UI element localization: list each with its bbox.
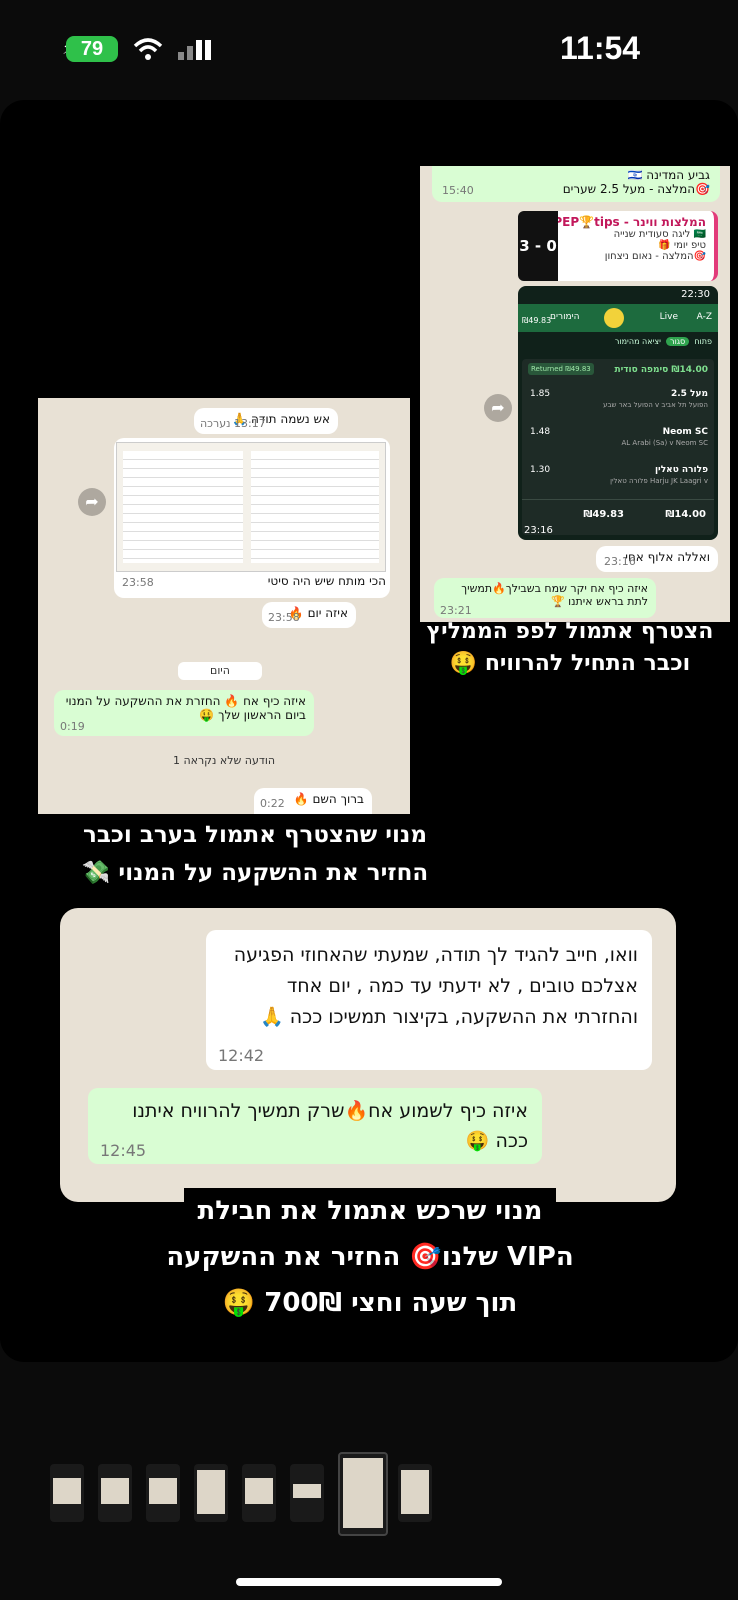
phone-header: A-Z Live הימורים ₪49.83 <box>518 304 718 332</box>
screenshot-betting-chat: גביע המדינה 🇮🇱 🎯המלצה - מעל 2.5 שערים 15… <box>420 166 730 622</box>
message-time: 23:16 <box>604 555 636 568</box>
chat-bubble-sent: איזה כיף אח 🔥 החזרת את ההשקעה על המנוי ב… <box>54 690 314 736</box>
chat-bubble-reply: איזה כיף לשמוע אח🔥שרק תמשיך להרוויח איתנ… <box>88 1088 542 1164</box>
screenshot-chat-2: אש נשמה תודה 🙏 13:17 נערכה הכי מותח שיש … <box>38 398 410 814</box>
story-viewer[interactable]: גביע המדינה 🇮🇱 🎯המלצה - מעל 2.5 שערים 15… <box>0 100 738 1362</box>
message-time: 0:22 <box>260 797 285 810</box>
divider <box>522 499 714 500</box>
selection-name: פלורה טאלין <box>654 465 708 475</box>
bet-filters: פתוח סגור יציאה מהימור <box>518 332 718 357</box>
caption-line: מנוי שהצטרף אתמול בערב וכבר <box>83 822 427 848</box>
selection-name: מעל 2.5 <box>670 389 708 399</box>
message-text: ברוך השם 🔥 <box>293 792 364 806</box>
tab-sport: הימורים <box>550 312 580 322</box>
message-time: 15:40 <box>442 184 474 197</box>
wifi-icon <box>133 38 163 60</box>
chat-bubble-last: ברוך השם 🔥 0:22 <box>254 788 372 814</box>
screenshot-chat-3: וואו, חייב להגיד לך תודה, שמעתי שהאחוזי … <box>60 908 676 1202</box>
message-time: 13:17 נערכה <box>200 417 266 430</box>
ticket-left <box>123 451 243 563</box>
tip-line: גביע המדינה 🇮🇱 <box>627 168 710 182</box>
story-thumbnail[interactable] <box>290 1464 324 1522</box>
match-thumbnail: 3 - 0 <box>518 211 558 281</box>
filter-open[interactable]: פתוח <box>694 337 712 346</box>
status-bar: ⚡ 79 11:54 <box>0 0 738 100</box>
selection-match: הפועל תל אביב v הפועל באר שבע <box>603 401 708 409</box>
message-time: 12:42 <box>218 1046 265 1065</box>
selection-odd: 1.48 <box>530 427 551 437</box>
caption-line: הVIP שלנו🎯 החזיר את ההשקעה <box>166 1242 574 1272</box>
story-thumbnail-active[interactable] <box>338 1452 388 1536</box>
selection-odd: 1.30 <box>530 465 551 475</box>
status-time: 11:54 <box>560 30 641 66</box>
caption-line: תוך שעה וחצי 700₪ 🤑 <box>222 1288 518 1318</box>
story-thumbnail[interactable] <box>398 1464 432 1522</box>
tab-live: Live <box>659 312 678 322</box>
chat-bubble-thanks: אש נשמה תודה 🙏 13:17 נערכה <box>194 408 338 434</box>
ticket-right <box>251 451 379 563</box>
tab-az: A-Z <box>696 312 712 322</box>
caption-line: מנוי שרכש אתמול את חבילת <box>183 1188 557 1234</box>
story-thumbnail[interactable] <box>50 1464 84 1522</box>
story-thumbnail[interactable] <box>194 1464 228 1522</box>
phone-clock: 22:30 <box>681 289 710 300</box>
date-divider: היום <box>178 662 262 680</box>
filter-cashout[interactable]: יציאה מהימור <box>615 337 661 346</box>
caption-right: הצטרף אתמול לפפ הממליץ וכבר התחיל להרווי… <box>426 619 714 676</box>
bet-card: ₪14.00 סימפה סודית ₪49.83 Returned מעל 2… <box>522 359 714 535</box>
story-thumbnail[interactable] <box>146 1464 180 1522</box>
bet-stake: ₪14.00 <box>665 509 706 520</box>
caption-bottom: מנוי שרכש אתמול את חבילת הVIP שלנו🎯 החזי… <box>150 1188 590 1326</box>
bet-return: ₪49.83 <box>583 509 624 520</box>
bet-tickets-photo <box>116 442 386 572</box>
tip-line: 🎯המלצה - מעל 2.5 שערים <box>562 182 710 196</box>
selection-odd: 1.85 <box>530 389 551 399</box>
chat-bubble-reply: איזה כיף אח יקר שמח בשבילך🔥תמשיך לתת ברא… <box>434 578 656 618</box>
message-text: איזה כיף לשמוע אח🔥שרק תמשיך להרוויח איתנ… <box>132 1100 528 1152</box>
message-text: איזה כיף אח 🔥 החזרת את ההשקעה על המנוי ב… <box>65 694 306 722</box>
account-balance: ₪49.83 <box>522 316 552 325</box>
home-indicator[interactable] <box>236 1578 502 1586</box>
battery-indicator: 79 <box>66 36 118 62</box>
filter-closed[interactable]: סגור <box>666 337 690 346</box>
bet-title: ₪14.00 סימפה סודית <box>614 365 708 375</box>
media-time: 23:16 <box>524 525 553 536</box>
chat-bubble-testimonial: וואו, חייב להגיד לך תודה, שמעתי שהאחוזי … <box>206 930 652 1070</box>
cellular-signal-icon <box>178 40 211 60</box>
betslip-screenshot: 22:30 A-Z Live הימורים ₪49.83 פתוח סגור … <box>518 286 718 540</box>
match-score: 3 - 0 <box>519 237 557 255</box>
message-time: 0:19 <box>60 720 85 733</box>
chat-bubble-day: איזה יום 🔥 23:58 <box>262 602 356 628</box>
chat-bubble-tip: גביע המדינה 🇮🇱 🎯המלצה - מעל 2.5 שערים 15… <box>432 166 720 202</box>
caption-line: החזיר את ההשקעה על המנוי 💸 <box>81 860 429 886</box>
message-text: וואו, חייב להגיד לך תודה, שמעתי שהאחוזי … <box>233 944 638 1028</box>
forward-icon[interactable]: ➦ <box>78 488 106 516</box>
message-text: ואללה אלוף אחי <box>625 550 710 564</box>
message-time: 23:58 <box>268 611 300 624</box>
returned-badge: ₪49.83 Returned <box>528 363 594 375</box>
message-time: 12:45 <box>100 1141 147 1160</box>
image-caption: הכי מותח שיש היה סיטי <box>267 574 386 588</box>
forward-icon[interactable]: ➦ <box>484 394 512 422</box>
message-text: איזה כיף אח יקר שמח בשבילך🔥תמשיך לתת ברא… <box>461 582 648 608</box>
chat-bubble-reply: ואללה אלוף אחי 23:16 <box>596 546 718 572</box>
story-thumbnail[interactable] <box>242 1464 276 1522</box>
selection-match: AL Arabi (Sa) v Neom SC <box>621 439 708 447</box>
caption-left: מנוי שהצטרף אתמול בערב וכבר החזיר את ההש… <box>30 816 480 892</box>
club-logo-icon <box>604 308 624 328</box>
selection-name: Neom SC <box>662 427 708 437</box>
story-thumbnail[interactable] <box>98 1464 132 1522</box>
unread-divider: 1 הודעה שלא נקראה <box>172 754 276 767</box>
chat-bubble-image: הכי מותח שיש היה סיטי 23:58 <box>114 438 390 598</box>
message-time: 23:58 <box>122 576 154 589</box>
selection-match: Harju JK Laagri v פלורה טאלין <box>610 477 708 485</box>
